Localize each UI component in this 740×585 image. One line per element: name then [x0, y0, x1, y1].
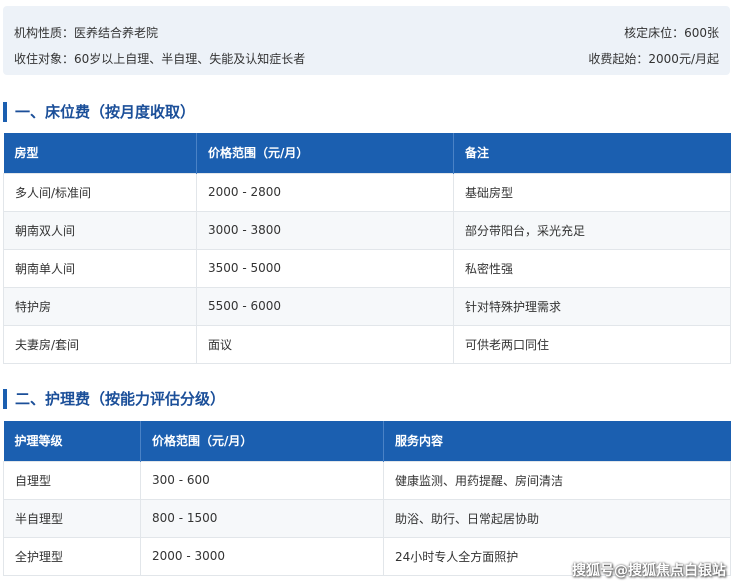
- remarks-cell: 基础房型: [453, 172, 731, 212]
- room-type-cell: 特护房: [3, 286, 197, 326]
- column-header-care-level: 护理等级: [3, 421, 141, 461]
- section-title-nursing-fee: 二、护理费（按能力评估分级）: [3, 389, 225, 409]
- table-row: 特护房 5500 - 6000 针对特殊护理需求: [3, 286, 731, 326]
- remarks-cell: 可供老两口同住: [453, 324, 731, 364]
- price-cell: 2000 - 2800: [196, 172, 454, 212]
- room-type-cell: 朝南双人间: [3, 210, 197, 250]
- remarks-cell: 私密性强: [453, 248, 731, 288]
- info-row-2: 收住对象：60岁以上自理、半自理、失能及认知症长者 收费起始：2000元/月起: [14, 50, 719, 67]
- price-cell: 2000 - 3000: [140, 536, 384, 576]
- care-level-cell: 自理型: [3, 460, 141, 500]
- price-cell: 3000 - 3800: [196, 210, 454, 250]
- table-row: 朝南双人间 3000 - 3800 部分带阳台，采光充足: [3, 210, 731, 250]
- column-header-room-type: 房型: [3, 133, 197, 173]
- table-row: 多人间/标准间 2000 - 2800 基础房型: [3, 172, 731, 212]
- room-type-cell: 多人间/标准间: [3, 172, 197, 212]
- approved-beds: 核定床位：600张: [624, 26, 719, 40]
- nursing-fee-table: 护理等级 价格范围（元/月） 服务内容 自理型 300 - 600 健康监测、用…: [3, 421, 731, 576]
- starting-fee: 收费起始：2000元/月起: [588, 52, 719, 66]
- service-cell: 健康监测、用药提醒、房间清洁: [383, 460, 731, 500]
- column-header-service-content: 服务内容: [383, 421, 731, 461]
- column-header-price-range: 价格范围（元/月）: [196, 133, 454, 173]
- info-row-1: 机构性质：医养结合养老院 核定床位：600张: [14, 24, 719, 41]
- table-row: 自理型 300 - 600 健康监测、用药提醒、房间清洁: [3, 460, 731, 500]
- price-cell: 300 - 600: [140, 460, 384, 500]
- admission-target: 收住对象：60岁以上自理、半自理、失能及认知症长者: [14, 52, 306, 66]
- service-cell: 助浴、助行、日常起居协助: [383, 498, 731, 538]
- bed-fee-table: 房型 价格范围（元/月） 备注 多人间/标准间 2000 - 2800 基础房型…: [3, 133, 731, 364]
- price-cell: 面议: [196, 324, 454, 364]
- section-title-bed-fee: 一、床位费（按月度收取）: [3, 102, 195, 122]
- table-row: 夫妻房/套间 面议 可供老两口同住: [3, 324, 731, 364]
- room-type-cell: 朝南单人间: [3, 248, 197, 288]
- remarks-cell: 针对特殊护理需求: [453, 286, 731, 326]
- table-row: 半自理型 800 - 1500 助浴、助行、日常起居协助: [3, 498, 731, 538]
- institution-nature: 机构性质：医养结合养老院: [14, 26, 159, 40]
- table-header-row: 房型 价格范围（元/月） 备注: [3, 133, 731, 173]
- table-header-row: 护理等级 价格范围（元/月） 服务内容: [3, 421, 731, 461]
- info-box: 机构性质：医养结合养老院 核定床位：600张 收住对象：60岁以上自理、半自理、…: [3, 6, 730, 75]
- table-row: 朝南单人间 3500 - 5000 私密性强: [3, 248, 731, 288]
- price-cell: 3500 - 5000: [196, 248, 454, 288]
- column-header-price-range: 价格范围（元/月）: [140, 421, 384, 461]
- price-cell: 800 - 1500: [140, 498, 384, 538]
- column-header-remarks: 备注: [453, 133, 731, 173]
- care-level-cell: 半自理型: [3, 498, 141, 538]
- price-cell: 5500 - 6000: [196, 286, 454, 326]
- care-level-cell: 全护理型: [3, 536, 141, 576]
- remarks-cell: 部分带阳台，采光充足: [453, 210, 731, 250]
- room-type-cell: 夫妻房/套间: [3, 324, 197, 364]
- watermark: 搜狐号@搜狐焦点白银站: [572, 563, 726, 579]
